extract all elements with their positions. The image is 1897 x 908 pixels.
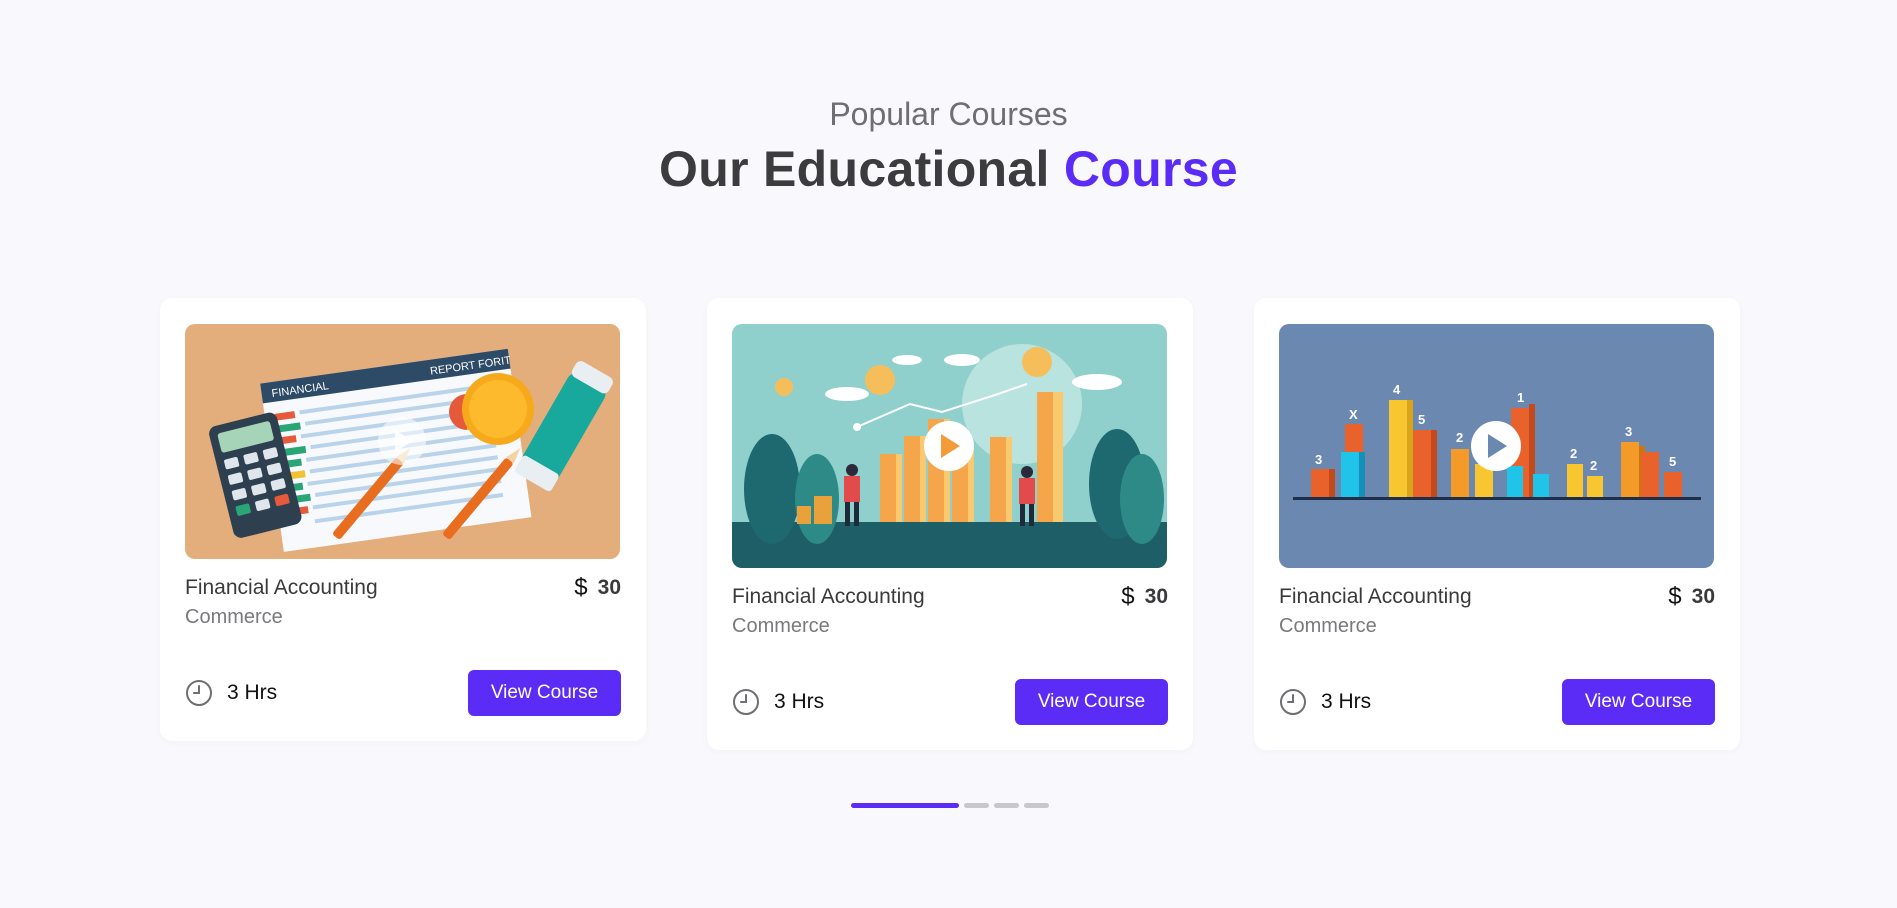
course-price: $ 30: [574, 574, 621, 602]
course-card[interactable]: Financial Accounting $ 30 Commerce 3 Hrs…: [707, 298, 1193, 750]
price-value: 30: [1144, 585, 1168, 608]
chart-number: 2: [1456, 430, 1463, 445]
course-thumbnail[interactable]: [732, 324, 1167, 568]
carousel-dot-active[interactable]: [851, 803, 959, 808]
section-headline: Our Educational Course: [0, 136, 1897, 202]
duration-text: 3 Hrs: [1321, 690, 1372, 713]
chart-number: 3: [1625, 424, 1632, 439]
carousel-dot[interactable]: [1024, 803, 1049, 808]
price-value: 30: [1691, 585, 1715, 608]
carousel-pagination: [851, 803, 1049, 808]
financial-report-illustration: FINANCIAL REPORT FORIT: [185, 324, 620, 559]
clock-icon: [733, 689, 759, 715]
headline-accent: Course: [1063, 141, 1238, 197]
course-thumbnail[interactable]: FINANCIAL REPORT FORIT: [185, 324, 620, 559]
chart-number: 4: [1393, 382, 1401, 397]
carousel-dot[interactable]: [994, 803, 1019, 808]
course-thumbnail[interactable]: 3 X 4 5 2 3 1 2 2 3 5: [1279, 324, 1714, 568]
currency-symbol: $: [1121, 583, 1135, 610]
view-course-button[interactable]: View Course: [1562, 679, 1715, 725]
course-meta-row: Financial Accounting $ 30: [185, 574, 621, 602]
course-footer-row: 3 Hrs View Course: [1279, 679, 1715, 725]
course-card[interactable]: FINANCIAL REPORT FORIT Financial Account…: [160, 298, 646, 741]
chart-number: 5: [1669, 454, 1676, 469]
course-category: Commerce: [185, 606, 283, 628]
chart-number: 2: [1590, 458, 1597, 473]
currency-symbol: $: [1668, 583, 1682, 610]
course-footer-row: 3 Hrs View Course: [185, 670, 621, 716]
chart-number: 2: [1570, 446, 1577, 461]
course-meta-row: Financial Accounting $ 30: [732, 583, 1168, 611]
view-course-button[interactable]: View Course: [468, 670, 621, 716]
view-course-button[interactable]: View Course: [1015, 679, 1168, 725]
course-duration: 3 Hrs: [1279, 688, 1371, 716]
course-title[interactable]: Financial Accounting: [732, 585, 925, 609]
3d-bar-chart-illustration: 3 X 4 5 2 3 1 2 2 3 5: [1279, 324, 1714, 568]
clock-icon: [1280, 689, 1306, 715]
section-eyebrow: Popular Courses: [829, 96, 1068, 132]
course-footer-row: 3 Hrs View Course: [732, 679, 1168, 725]
clock-icon: [186, 680, 212, 706]
chart-number: 5: [1418, 412, 1425, 427]
course-title[interactable]: Financial Accounting: [1279, 585, 1472, 609]
duration-text: 3 Hrs: [227, 681, 278, 704]
chart-number: 1: [1517, 390, 1524, 405]
carousel-dot[interactable]: [964, 803, 989, 808]
course-category: Commerce: [1279, 615, 1377, 637]
course-card[interactable]: 3 X 4 5 2 3 1 2 2 3 5 Financial Accounti…: [1254, 298, 1740, 750]
business-growth-chart-illustration: [732, 324, 1167, 568]
course-price: $ 30: [1121, 583, 1168, 611]
headline-main: Our Educational: [659, 141, 1064, 197]
chart-number: X: [1349, 407, 1358, 422]
course-title[interactable]: Financial Accounting: [185, 576, 378, 600]
course-duration: 3 Hrs: [185, 679, 277, 707]
course-duration: 3 Hrs: [732, 688, 824, 716]
duration-text: 3 Hrs: [774, 690, 825, 713]
price-value: 30: [597, 576, 621, 599]
chart-number: 3: [1315, 452, 1322, 467]
course-category: Commerce: [732, 615, 830, 637]
section-header: Popular Courses Our Educational Course: [0, 92, 1897, 202]
course-price: $ 30: [1668, 583, 1715, 611]
course-meta-row: Financial Accounting $ 30: [1279, 583, 1715, 611]
currency-symbol: $: [574, 574, 588, 601]
